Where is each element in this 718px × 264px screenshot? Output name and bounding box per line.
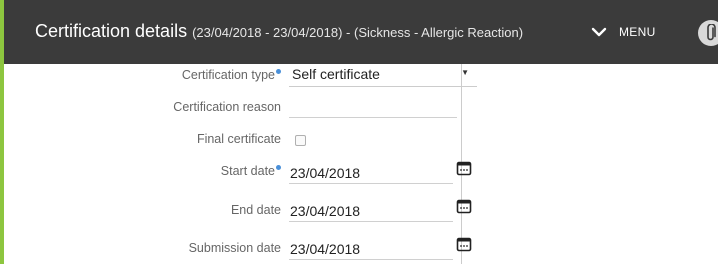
certification-form: Certification type Self certificate ▼ Ce…	[4, 64, 477, 264]
submission-date-label: Submission date	[188, 241, 281, 255]
certification-reason-label: Certification reason	[173, 100, 281, 114]
calendar-icon[interactable]	[456, 160, 472, 176]
end-date-value: 23/04/2018	[290, 203, 361, 219]
end-date-input[interactable]: 23/04/2018	[289, 198, 453, 222]
start-date-value: 23/04/2018	[290, 165, 361, 181]
start-date-input[interactable]: 23/04/2018	[289, 160, 453, 184]
menu-button[interactable]: MENU	[591, 24, 656, 40]
submission-date-input[interactable]: 23/04/2018	[289, 236, 453, 260]
certification-type-select[interactable]: Self certificate ▼	[289, 65, 477, 87]
start-date-label: Start date	[221, 164, 281, 178]
calendar-icon[interactable]	[456, 198, 472, 214]
end-date-label: End date	[230, 203, 281, 217]
menu-label: MENU	[619, 25, 656, 39]
certification-reason-input[interactable]	[289, 96, 457, 118]
title-subtitle: (23/04/2018 - 23/04/2018) - (Sickness - …	[192, 25, 524, 40]
final-certificate-label: Final certificate	[196, 132, 281, 146]
calendar-icon[interactable]	[456, 236, 472, 252]
chevron-down-icon	[591, 27, 607, 37]
dropdown-arrow-icon: ▼	[461, 68, 469, 77]
submission-date-value: 23/04/2018	[290, 241, 361, 257]
title-text: Certification details	[35, 21, 188, 41]
required-indicator	[276, 68, 281, 74]
attachment-button[interactable]	[698, 20, 718, 46]
final-certificate-checkbox[interactable]	[295, 135, 306, 146]
page-title: Certification details (23/04/2018 - 23/0…	[35, 21, 523, 42]
paperclip-icon	[707, 24, 716, 41]
certification-type-value: Self certificate	[292, 66, 380, 82]
required-indicator	[276, 164, 281, 170]
header-bar: Certification details (23/04/2018 - 23/0…	[4, 0, 718, 64]
certification-type-label: Certification type	[182, 68, 281, 82]
